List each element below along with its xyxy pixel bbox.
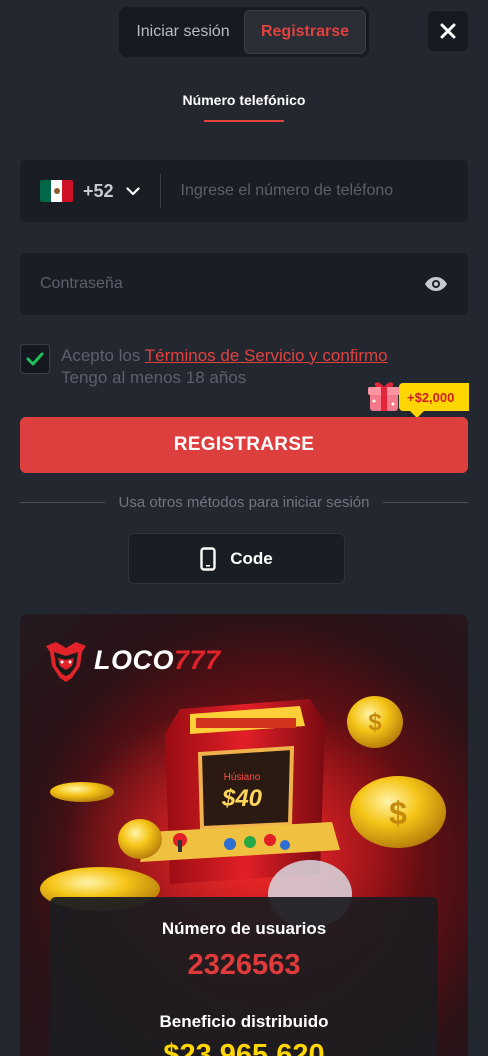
divider-line xyxy=(20,502,105,503)
promo-card: LOCO777 Húsiano $40 $ $ Número de usuari… xyxy=(20,614,468,1056)
tab-login[interactable]: Iniciar sesión xyxy=(122,10,244,54)
bonus-badge: +$2,000 xyxy=(399,383,469,411)
register-page: Iniciar sesión Registrarse Número telefó… xyxy=(0,0,488,1056)
method-tab-indicator xyxy=(204,120,284,122)
mexico-flag-icon[interactable] xyxy=(40,180,73,202)
phone-field: +52 xyxy=(20,160,468,222)
other-methods-divider: Usa otros métodos para iniciar sesión xyxy=(20,494,469,511)
tab-register[interactable]: Registrarse xyxy=(244,10,366,54)
code-login-label: Code xyxy=(230,548,273,568)
terms-checkbox[interactable] xyxy=(20,344,50,374)
gift-icon xyxy=(368,382,400,411)
profit-label: Beneficio distribuido xyxy=(159,1012,329,1031)
terms-suffix: Tengo al menos 18 años xyxy=(61,368,247,387)
users-value: 2326563 xyxy=(187,949,301,981)
coin-dollar-icon: $ xyxy=(368,709,382,736)
terms-link[interactable]: Términos de Servicio y confirmo xyxy=(145,346,388,365)
coin-dollar-icon: $ xyxy=(389,795,407,831)
eye-icon[interactable] xyxy=(424,276,448,292)
field-divider xyxy=(159,174,161,208)
users-label: Número de usuarios xyxy=(161,919,327,938)
phone-input[interactable] xyxy=(180,182,431,200)
check-icon xyxy=(26,352,44,366)
other-methods-label: Usa otros métodos para iniciar sesión xyxy=(118,494,370,511)
close-button[interactable] xyxy=(428,11,468,51)
profit-value: $23,965,620 xyxy=(163,1039,325,1056)
arcade-screen-label: Húsiano xyxy=(224,772,261,783)
terms-prefix: Acepto los xyxy=(61,346,145,365)
stats-panel: Número de usuarios 2326563 Beneficio dis… xyxy=(50,897,438,1056)
chevron-down-icon[interactable] xyxy=(125,186,140,196)
auth-tabs: Iniciar sesión Registrarse xyxy=(119,7,369,57)
close-icon xyxy=(440,23,456,39)
method-tab-phone[interactable]: Número telefónico xyxy=(0,92,488,108)
divider-line xyxy=(383,502,469,503)
arcade-screen-value: $40 xyxy=(221,785,263,812)
phone-icon xyxy=(200,546,216,571)
register-button[interactable]: REGISTRARSE xyxy=(20,417,468,473)
country-code[interactable]: +52 xyxy=(83,181,114,202)
password-input[interactable] xyxy=(40,275,390,293)
password-field xyxy=(20,253,468,315)
code-login-button[interactable]: Code xyxy=(128,533,345,584)
